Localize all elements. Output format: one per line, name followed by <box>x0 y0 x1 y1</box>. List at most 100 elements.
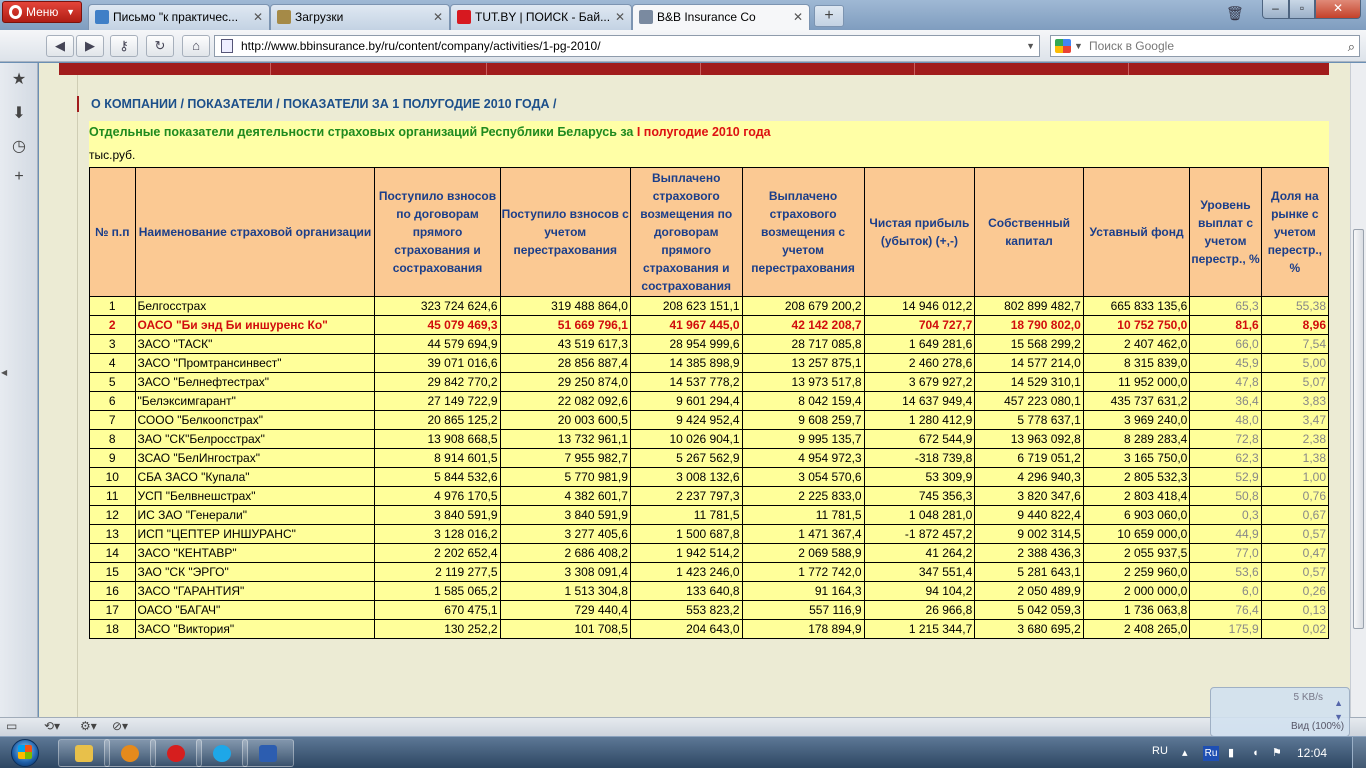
volume-icon[interactable]: ◖ <box>1252 747 1264 759</box>
search-input[interactable]: ▼ Поиск в Google ⌕ <box>1050 35 1360 57</box>
value-cell: 553 823,2 <box>629 600 743 620</box>
value-cell: 8 289 283,4 <box>1082 429 1191 449</box>
panel-toggle-icon[interactable]: ▭ <box>6 719 17 733</box>
maximize-button[interactable]: ▫ <box>1289 0 1315 19</box>
value-cell: 5,00 <box>1260 353 1330 373</box>
close-icon[interactable]: ✕ <box>615 5 625 29</box>
clock[interactable]: 12:04 <box>1297 746 1327 760</box>
tray-expand-icon[interactable]: ▴ <box>1182 747 1194 759</box>
report-header: Отдельные показатели деятельности страхо… <box>89 121 1329 167</box>
row-number: 12 <box>89 505 136 525</box>
value-cell: 2 225 833,0 <box>741 486 865 506</box>
unite-icon[interactable]: ⚙▾ <box>80 719 97 733</box>
forward-button[interactable]: ▶ <box>76 35 104 57</box>
add-panel-icon[interactable]: + <box>10 168 28 186</box>
value-cell: 9 601 294,4 <box>629 391 743 411</box>
turbo-icon[interactable]: ⟲▾ <box>44 719 60 733</box>
value-cell: 1,38 <box>1260 448 1330 468</box>
taskbar-app-skype[interactable] <box>196 739 248 767</box>
chevron-down-icon[interactable]: ▼ <box>1026 36 1035 56</box>
wand-button[interactable]: ⚷ <box>110 35 138 57</box>
value-cell: 208 679 200,2 <box>741 296 865 316</box>
search-icon[interactable]: ⌕ <box>1348 37 1355 57</box>
bookmarks-icon[interactable]: ★ <box>10 71 28 89</box>
table-row: 11 УСП "Белвнешстрах" 4 976 170,5 4 382 601… <box>89 486 1330 506</box>
value-cell: 76,4 <box>1189 600 1262 620</box>
address-toolbar: ◀ ▶ ⚷ ↻ ⌂ http://www.bbinsurance.by/ru/c… <box>0 30 1366 62</box>
value-cell: 0,47 <box>1260 543 1330 563</box>
flag-tray-icon[interactable]: ⚑ <box>1272 747 1284 759</box>
company-name: ЗАО "СК "ЭРГО" <box>134 562 376 582</box>
value-cell: 0,13 <box>1260 600 1330 620</box>
value-cell: 4 976 170,5 <box>374 486 501 506</box>
value-cell: 10 752 750,0 <box>1082 315 1191 335</box>
value-cell: 29 250 874,0 <box>499 372 631 392</box>
close-icon[interactable]: ✕ <box>793 5 803 29</box>
start-button[interactable] <box>3 737 49 768</box>
table-row: 7 СООО "Белкоопстрах" 20 865 125,2 20 003 6… <box>89 410 1330 430</box>
back-button[interactable]: ◀ <box>46 35 74 57</box>
column-header: Собственный капитал <box>974 167 1084 297</box>
history-icon[interactable]: ◷ <box>10 138 28 156</box>
value-cell: 8 315 839,0 <box>1082 353 1191 373</box>
company-name: УСП "Белвнешстрах" <box>134 486 376 506</box>
value-cell: 4 954 972,3 <box>741 448 865 468</box>
value-cell: 1 513 304,8 <box>499 581 631 601</box>
language-indicator[interactable]: RU <box>1152 745 1168 757</box>
taskbar-app-word[interactable] <box>242 739 294 767</box>
home-icon: ⌂ <box>192 38 200 53</box>
value-cell: 13 257 875,1 <box>741 353 865 373</box>
network-icon[interactable]: ▮ <box>1228 747 1240 759</box>
opera-menu-button[interactable]: Меню ▼ <box>2 1 82 23</box>
value-cell: 47,8 <box>1189 372 1262 392</box>
transfer-widget[interactable]: 5 KB/s Вид (100%) ▲ ▼ <box>1210 687 1350 737</box>
value-cell: 1 500 687,8 <box>629 524 743 544</box>
close-window-button[interactable]: ✕ <box>1315 0 1361 19</box>
tab-downloads[interactable]: Загрузки ✕ <box>270 4 450 30</box>
breadcrumb[interactable]: О КОМПАНИИ / ПОКАЗАТЕЛИ / ПОКАЗАТЕЛИ ЗА … <box>77 96 556 112</box>
arrow-right-icon: ▶ <box>85 38 95 53</box>
reload-button[interactable]: ↻ <box>146 35 174 57</box>
taskbar-app-opera[interactable] <box>150 739 202 767</box>
downloads-icon <box>277 10 291 24</box>
company-name: ЗАСО "ТАСК" <box>134 334 376 354</box>
close-icon[interactable]: ✕ <box>433 5 443 29</box>
input-language-badge[interactable]: Ru <box>1203 746 1219 761</box>
vertical-scrollbar[interactable] <box>1350 63 1366 717</box>
value-cell: 43 519 617,3 <box>499 334 631 354</box>
tab-bbinsurance[interactable]: B&B Insurance Co ✕ <box>632 4 810 30</box>
trash-icon[interactable]: 🗑 <box>1226 5 1244 23</box>
tab-mail[interactable]: Письмо "к практичес... ✕ <box>88 4 270 30</box>
taskbar-app-winamp[interactable] <box>104 739 156 767</box>
value-cell: 729 440,4 <box>499 600 631 620</box>
value-cell: 2 686 408,2 <box>499 543 631 563</box>
column-header: Поступило взносов с учетом перестрахован… <box>499 167 631 297</box>
show-desktop-button[interactable] <box>1352 737 1366 768</box>
value-cell: 6,0 <box>1189 581 1262 601</box>
new-tab-button[interactable]: + <box>814 5 844 27</box>
value-cell: 8 914 601,5 <box>374 448 501 468</box>
panel-toggle-icon[interactable]: ◀ <box>1 368 7 377</box>
close-icon[interactable]: ✕ <box>253 5 263 29</box>
value-cell: 48,0 <box>1189 410 1262 430</box>
value-cell: 1,00 <box>1260 467 1330 487</box>
winamp-icon <box>121 745 139 762</box>
minimize-button[interactable]: ‒ <box>1262 0 1289 19</box>
value-cell: 3 820 347,6 <box>974 486 1084 506</box>
address-field[interactable]: http://www.bbinsurance.by/ru/content/com… <box>214 35 1040 57</box>
value-cell: 10 659 000,0 <box>1082 524 1191 544</box>
value-cell: 319 488 864,0 <box>499 296 631 316</box>
downloads-icon[interactable]: ⬇ <box>10 105 28 123</box>
settings-icon[interactable]: ⊘▾ <box>112 719 128 733</box>
tab-tutby[interactable]: TUT.BY | ПОИСК - Бай... ✕ <box>450 4 632 30</box>
home-button[interactable]: ⌂ <box>182 35 210 57</box>
value-cell: 41 264,2 <box>863 543 976 563</box>
taskbar-app-explorer[interactable] <box>58 739 110 767</box>
column-header: Уровень выплат с учетом перестр., % <box>1189 167 1262 297</box>
side-panel: ★ ⬇ ◷ + ◀ <box>0 63 38 717</box>
scrollbar-thumb[interactable] <box>1353 229 1364 629</box>
key-icon: ⚷ <box>119 38 129 53</box>
table-row: 6 "Белэксимгарант" 27 149 722,9 22 082 092,… <box>89 391 1330 411</box>
value-cell: 0,57 <box>1260 562 1330 582</box>
chevron-down-icon[interactable]: ▼ <box>1074 36 1083 56</box>
